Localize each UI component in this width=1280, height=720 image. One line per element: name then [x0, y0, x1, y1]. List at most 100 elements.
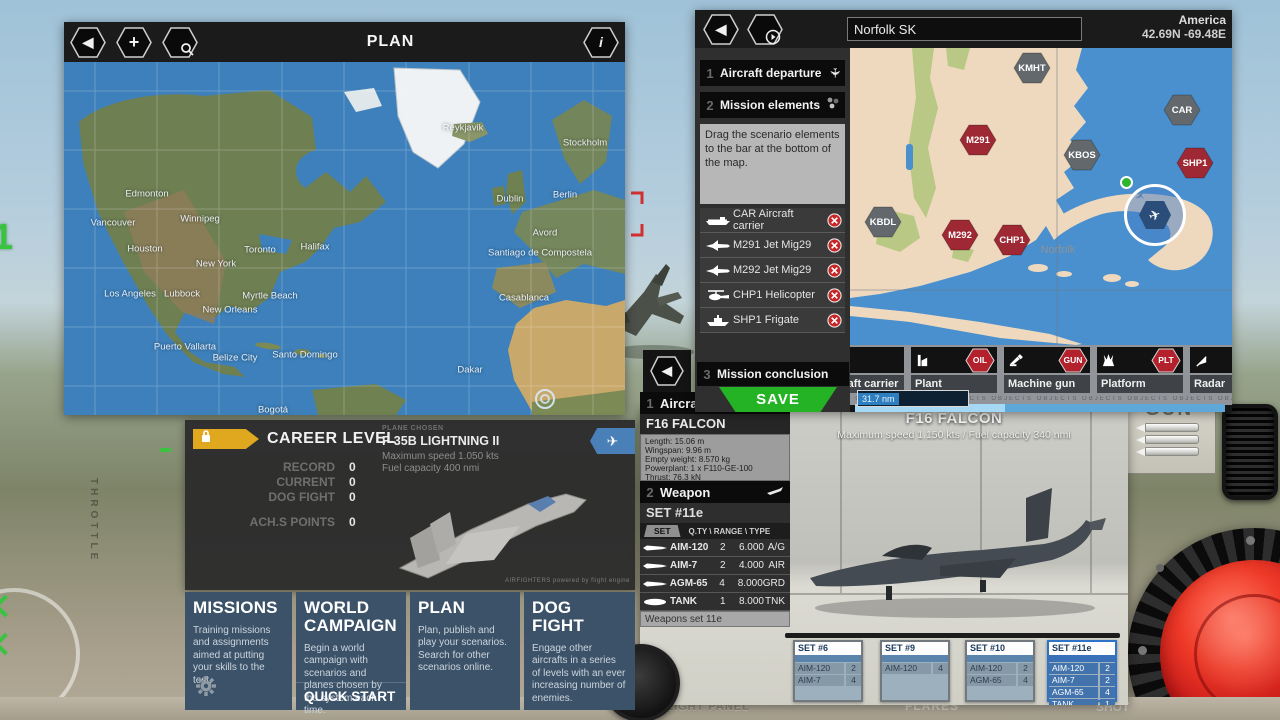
- search-button[interactable]: [162, 27, 198, 58]
- weapon-row-tank[interactable]: TANK18.000TNK: [640, 593, 790, 611]
- scenario-element-label: SHP1 Frigate: [733, 314, 827, 326]
- scenario-element-row[interactable]: CAR Aircraft carrier: [700, 208, 845, 233]
- menu-card-dog-fight[interactable]: DOG FIGHTEngage other aircrafts in a ser…: [524, 592, 635, 710]
- scenario-name-input[interactable]: [847, 17, 1082, 41]
- menu-card-plan[interactable]: PLANPlan, publish and play your scenario…: [410, 592, 520, 710]
- missile-icon: [640, 580, 670, 588]
- remove-element-button[interactable]: [827, 288, 842, 303]
- remove-element-button[interactable]: [827, 238, 842, 253]
- object-item-label: Radar: [1190, 375, 1232, 393]
- fire-button-screw: [1156, 564, 1164, 572]
- weapon-section-header[interactable]: 2 Weapon: [640, 481, 790, 503]
- step-mission-conclusion[interactable]: 3 Mission conclusion: [697, 362, 849, 386]
- map-marker-m291[interactable]: M291: [959, 124, 997, 156]
- weapon-set-card-set9[interactable]: SET #9AIM-1204: [880, 640, 950, 702]
- locate-icon[interactable]: [534, 388, 556, 415]
- scenario-element-row[interactable]: CHP1 Helicopter: [700, 283, 845, 308]
- plus-icon: +: [129, 32, 140, 53]
- map-city-label: Winnipeg: [180, 214, 220, 225]
- map-city-label: Bogotá: [258, 405, 288, 416]
- remove-element-button[interactable]: [827, 263, 842, 278]
- remove-element-button[interactable]: [827, 213, 842, 228]
- aircraft-name: F16 FALCON: [640, 414, 790, 434]
- career-panel: CAREER LEVEL RECORD0CURRENT0DOG FIGHT0AC…: [185, 420, 635, 710]
- plane-select-button[interactable]: ✈: [590, 428, 635, 454]
- fire-button[interactable]: [1128, 528, 1280, 720]
- platform-icon: [1101, 353, 1116, 368]
- set-card-weapon: TANK: [1049, 699, 1098, 705]
- map-marker-m292[interactable]: M292: [941, 219, 979, 251]
- weapon-row-aim-120[interactable]: AIM-12026.000A/G: [640, 539, 790, 557]
- distance-input[interactable]: 31.7 nm: [857, 390, 969, 407]
- step-aircraft-departure[interactable]: 1 Aircraft departure ✈: [700, 60, 845, 86]
- fire-button-screw: [1246, 536, 1255, 545]
- map-marker-car[interactable]: CAR: [1163, 94, 1201, 126]
- back-button[interactable]: ◀: [703, 14, 739, 45]
- scenario-element-row[interactable]: SHP1 Frigate: [700, 308, 845, 333]
- object-item-plant[interactable]: OIL: [911, 347, 997, 373]
- object-item-machine-gun[interactable]: GUN: [1004, 347, 1090, 373]
- table-tab-set[interactable]: SET: [644, 525, 681, 537]
- scenario-element-row[interactable]: M291 Jet Mig29: [700, 233, 845, 258]
- aircraft-departure-marker[interactable]: ✈: [1124, 184, 1186, 246]
- coords-label: 42.69N -69.48E: [1142, 27, 1226, 41]
- menu-card-title: MISSIONS: [185, 592, 292, 621]
- departure-waypoint[interactable]: [1120, 176, 1133, 189]
- set-card-title: SET #9: [882, 642, 948, 655]
- step-mission-elements[interactable]: 2 Mission elements: [700, 92, 845, 118]
- map-city-label: Dublin: [497, 194, 524, 205]
- plan-map-labels: EdmontonVancouverWinnipegHoustonTorontoH…: [64, 62, 625, 415]
- scenario-element-label: M292 Jet Mig29: [733, 264, 827, 276]
- save-button[interactable]: SAVE: [719, 387, 837, 412]
- map-marker-chp1[interactable]: CHP1: [993, 224, 1031, 256]
- set-card-subbar: [1049, 655, 1115, 662]
- region-label: America: [1142, 13, 1226, 27]
- play-button[interactable]: [747, 14, 783, 45]
- map-marker-kbos[interactable]: KBOS: [1063, 139, 1101, 171]
- weapon-row-aim-7[interactable]: AIM-724.000AIR: [640, 557, 790, 575]
- object-item-label: Machine gun: [1004, 375, 1090, 393]
- info-button[interactable]: i: [583, 27, 619, 58]
- career-level-badge: [193, 429, 259, 449]
- sets-scrollbar[interactable]: [785, 633, 1120, 638]
- map-marker-kbdl[interactable]: KBDL: [864, 206, 902, 238]
- mission-map[interactable]: Norfolk KMHTCARM291KBOSSHP1KBDLM292CHP1 …: [850, 48, 1232, 345]
- plane-icon: ✈: [827, 68, 843, 79]
- helicopter-icon: [703, 289, 733, 302]
- add-button[interactable]: +: [116, 27, 152, 58]
- carrier-icon: [703, 214, 733, 226]
- settings-gear-icon[interactable]: [195, 675, 217, 702]
- quick-start-button[interactable]: QUICK START: [296, 682, 406, 710]
- weapon-set-label: SET #11e: [640, 503, 790, 523]
- weapon-set-card-set10[interactable]: SET #10AIM-1202AGM-654: [965, 640, 1035, 702]
- jet-icon: [703, 239, 733, 252]
- menu-card-world-campaign[interactable]: WORLD CAMPAIGNBegin a world campaign wit…: [296, 592, 406, 710]
- set-card-weapon: AIM-120: [795, 663, 844, 674]
- fire-button-dome[interactable]: [1160, 560, 1280, 720]
- hangar-back-tile[interactable]: ◀: [643, 350, 691, 392]
- world-map[interactable]: EdmontonVancouverWinnipegHoustonTorontoH…: [64, 62, 625, 415]
- back-button[interactable]: ◀: [70, 27, 106, 58]
- map-marker-shp1[interactable]: SHP1: [1176, 147, 1214, 179]
- object-item-radar[interactable]: [1190, 347, 1232, 373]
- padlock-icon: [201, 430, 211, 448]
- table-columns-label: Q.TY \ RANGE \ TYPE: [689, 527, 771, 536]
- back-icon: ◀: [83, 34, 94, 51]
- map-marker-kmht[interactable]: KMHT: [1013, 52, 1051, 84]
- menu-card-missions[interactable]: MISSIONSTraining missions and assignment…: [185, 592, 292, 710]
- fire-button-inner-ring: [1194, 594, 1280, 714]
- career-stat-row: CURRENT0: [195, 475, 395, 489]
- weapon-row-agm-65[interactable]: AGM-6548.000GRD: [640, 575, 790, 593]
- menu-card-desc: Plan, publish and play your scenarios. S…: [410, 621, 520, 679]
- map-city-label: Stockholm: [563, 138, 607, 149]
- object-item-platform[interactable]: PLT: [1097, 347, 1183, 373]
- stat-value: 0: [349, 515, 356, 529]
- weapon-set-card-set6[interactable]: SET #6AIM-1202AIM-74: [793, 640, 863, 702]
- weapon-set-card-set11e[interactable]: SET #11eAIM-1202AIM-72AGM-654TANK1: [1047, 640, 1117, 702]
- remove-element-button[interactable]: [827, 313, 842, 328]
- scenario-element-row[interactable]: M292 Jet Mig29: [700, 258, 845, 283]
- throttle-thumbwheel[interactable]: [1222, 404, 1278, 500]
- weapon-name: AIM-7: [670, 560, 720, 571]
- stat-label: ACH.S POINTS: [195, 515, 335, 529]
- stat-value: 0: [349, 460, 356, 474]
